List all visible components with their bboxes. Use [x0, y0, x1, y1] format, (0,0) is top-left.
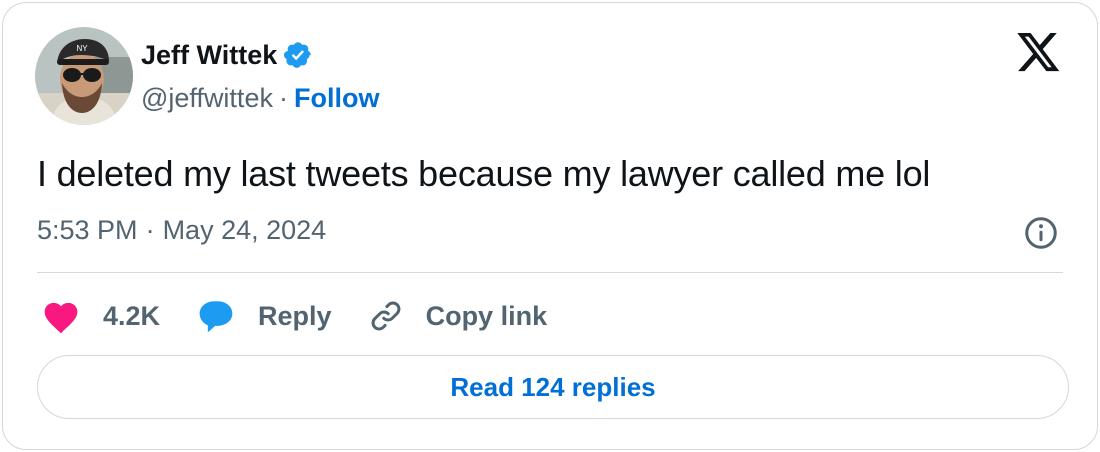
like-count: 4.2K — [103, 300, 161, 331]
author-display-name[interactable]: Jeff Wittek — [141, 40, 277, 71]
info-icon[interactable] — [1023, 215, 1059, 251]
link-icon — [371, 301, 400, 331]
follow-button[interactable]: Follow — [294, 83, 379, 114]
read-replies-button[interactable]: Read 124 replies — [37, 355, 1069, 419]
timestamp-separator: · — [145, 215, 155, 245]
tweet-time[interactable]: 5:53 PM — [37, 215, 138, 246]
svg-text:NY: NY — [76, 44, 88, 53]
divider — [37, 272, 1063, 273]
x-logo-icon[interactable] — [1017, 33, 1061, 73]
reply-label: Reply — [258, 300, 332, 331]
author-handle[interactable]: @jeffwittek — [141, 83, 273, 114]
like-button[interactable]: 4.2K — [41, 298, 160, 334]
author-handle-row: @jeffwittek · Follow — [141, 81, 379, 115]
avatar[interactable]: NY — [35, 27, 133, 125]
copy-link-label: Copy link — [425, 300, 548, 331]
handle-separator: · — [278, 82, 288, 113]
action-bar: 4.2K Reply Copy link — [41, 293, 583, 339]
read-replies-label: Read 124 replies — [450, 371, 656, 402]
author-name-row: Jeff Wittek — [141, 37, 313, 73]
verified-badge-icon — [283, 40, 313, 70]
tweet-date[interactable]: May 24, 2024 — [163, 215, 327, 246]
heart-icon — [44, 302, 78, 334]
tweet-card: NY Jeff Wittek @jeffwittek · Follow I de… — [2, 2, 1098, 450]
tweet-timestamp: 5:53 PM · May 24, 2024 — [37, 215, 326, 246]
copy-link-button[interactable]: Copy link — [368, 298, 548, 334]
reply-button[interactable]: Reply — [196, 298, 332, 334]
tweet-text: I deleted my last tweets because my lawy… — [37, 153, 931, 194]
reply-bubble-icon — [199, 301, 233, 333]
